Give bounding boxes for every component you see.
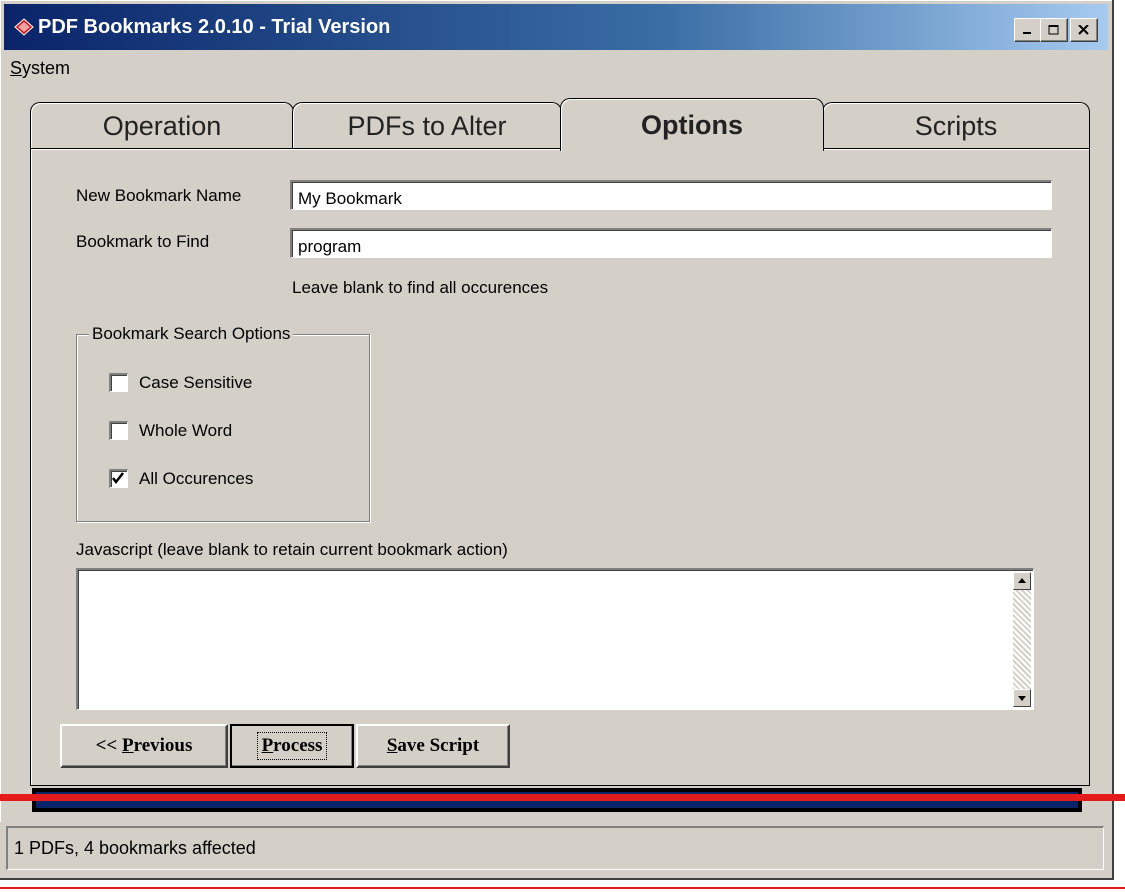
scroll-up-button[interactable] [1013, 572, 1031, 590]
bookmark-search-options-group: Bookmark Search Options Case Sensitive W… [76, 324, 370, 522]
tab-label: Operation [102, 110, 222, 141]
whole-word-checkbox[interactable] [109, 421, 128, 440]
button-label: ave Script [397, 735, 480, 756]
minimize-icon [1023, 32, 1031, 34]
tab-label: Options [641, 109, 743, 140]
focus-rect: Process [256, 732, 328, 760]
arrow-up-icon [1018, 578, 1026, 583]
annotation-line-bottom [0, 887, 1125, 889]
whole-word-label[interactable]: Whole Word [139, 421, 232, 441]
vertical-scrollbar[interactable] [1013, 572, 1031, 707]
bookmark-to-find-field[interactable]: program [290, 228, 1052, 258]
app-window: PDF Bookmarks 2.0.10 - Trial Version Sys… [0, 0, 1114, 824]
arrow-down-icon [1018, 696, 1026, 701]
javascript-label: Javascript (leave blank to retain curren… [76, 540, 508, 559]
tab-options[interactable]: Options [560, 98, 824, 151]
previous-button[interactable]: << Previous [60, 724, 228, 768]
button-label: S [386, 735, 398, 756]
scroll-down-button[interactable] [1013, 689, 1031, 707]
close-button[interactable] [1070, 18, 1098, 42]
tab-operation[interactable]: Operation [30, 102, 294, 149]
annotation-line [0, 794, 1125, 801]
new-bookmark-name-field[interactable]: My Bookmark [290, 180, 1052, 210]
all-occurences-label[interactable]: All Occurences [139, 469, 253, 489]
tab-label: PDFs to Alter [347, 110, 507, 141]
maximize-button[interactable] [1040, 18, 1068, 42]
tab-scripts[interactable]: Scripts [822, 102, 1090, 149]
bookmark-to-find-label: Bookmark to Find [76, 232, 210, 251]
book-icon [14, 18, 34, 36]
status-bar: 1 PDFs, 4 bookmarks affected [6, 826, 1104, 870]
minimize-button[interactable] [1014, 18, 1042, 42]
process-button[interactable]: Process [230, 724, 354, 768]
case-sensitive-checkbox[interactable] [109, 373, 128, 392]
button-label: P [261, 735, 274, 756]
status-area: 1 PDFs, 4 bookmarks affected [0, 822, 1114, 880]
close-icon [1078, 25, 1089, 35]
maximize-icon [1048, 25, 1059, 35]
tab-pdfs-to-alter[interactable]: PDFs to Alter [292, 102, 562, 149]
title-bar[interactable]: PDF Bookmarks 2.0.10 - Trial Version [4, 4, 1108, 50]
new-bookmark-name-label: New Bookmark Name [76, 186, 242, 205]
javascript-textarea[interactable] [76, 568, 1034, 710]
tab-label: Scripts [914, 110, 998, 141]
all-occurences-checkbox[interactable] [109, 469, 128, 488]
button-label: << [95, 735, 123, 756]
window-title: PDF Bookmarks 2.0.10 - Trial Version [38, 16, 391, 38]
checkmark-icon [112, 472, 124, 485]
button-label: P [122, 735, 134, 756]
button-label: rocess [273, 735, 323, 756]
case-sensitive-label[interactable]: Case Sensitive [139, 373, 252, 393]
menu-system[interactable]: System [10, 58, 70, 79]
save-script-button[interactable]: Save Script [356, 724, 510, 768]
group-title: Bookmark Search Options [89, 324, 294, 344]
button-label: revious [133, 735, 193, 756]
find-hint-text: Leave blank to find all occurences [292, 278, 549, 297]
